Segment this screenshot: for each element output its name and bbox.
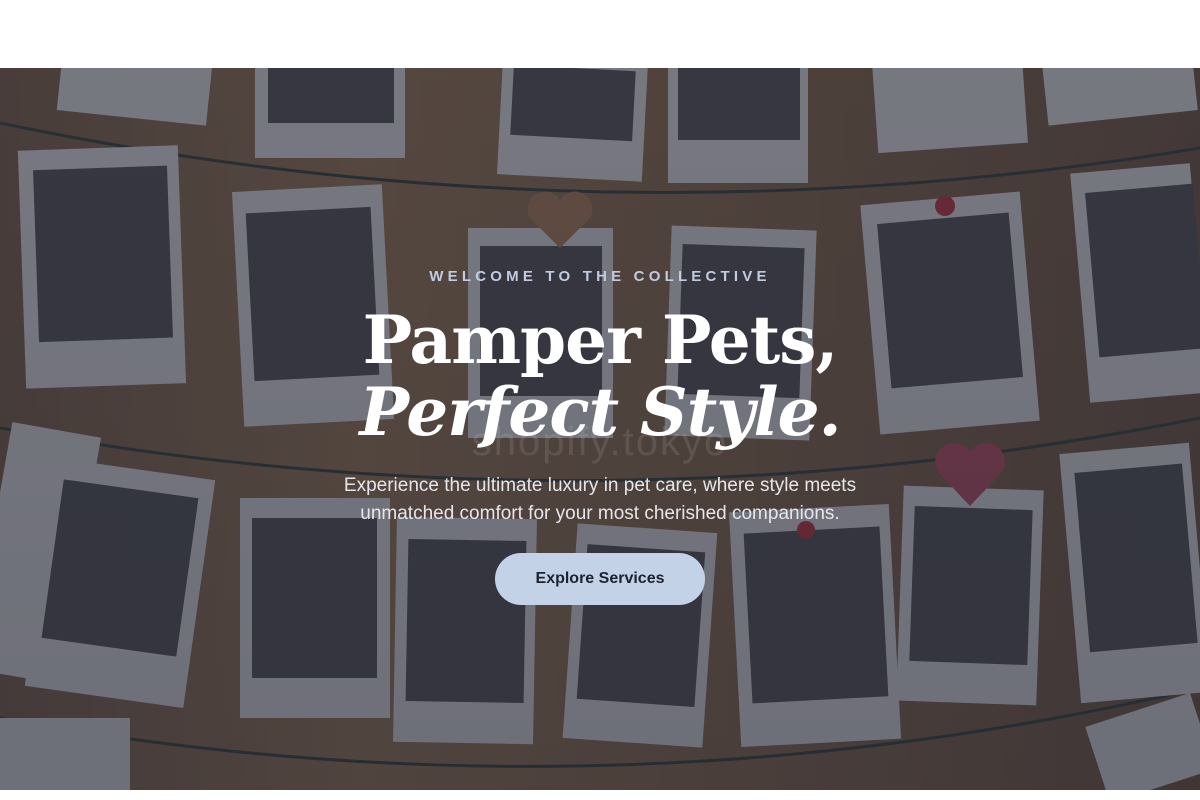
hero-section: shopify.tokyo WELCOME TO THE COLLECTIVE …	[0, 68, 1200, 790]
top-bar	[0, 0, 1200, 68]
hero-title-line1: Pamper Pets,	[362, 301, 839, 379]
hero-eyebrow: WELCOME TO THE COLLECTIVE	[429, 268, 771, 285]
hero-content: shopify.tokyo WELCOME TO THE COLLECTIVE …	[0, 68, 1200, 790]
hero-subtitle: Experience the ultimate luxury in pet ca…	[343, 475, 857, 524]
hero-title: Pamper Pets, Perfect Style.	[0, 304, 1200, 448]
hero-title-line2: Perfect Style.	[359, 373, 841, 451]
explore-services-button[interactable]: Explore Services	[495, 553, 705, 605]
